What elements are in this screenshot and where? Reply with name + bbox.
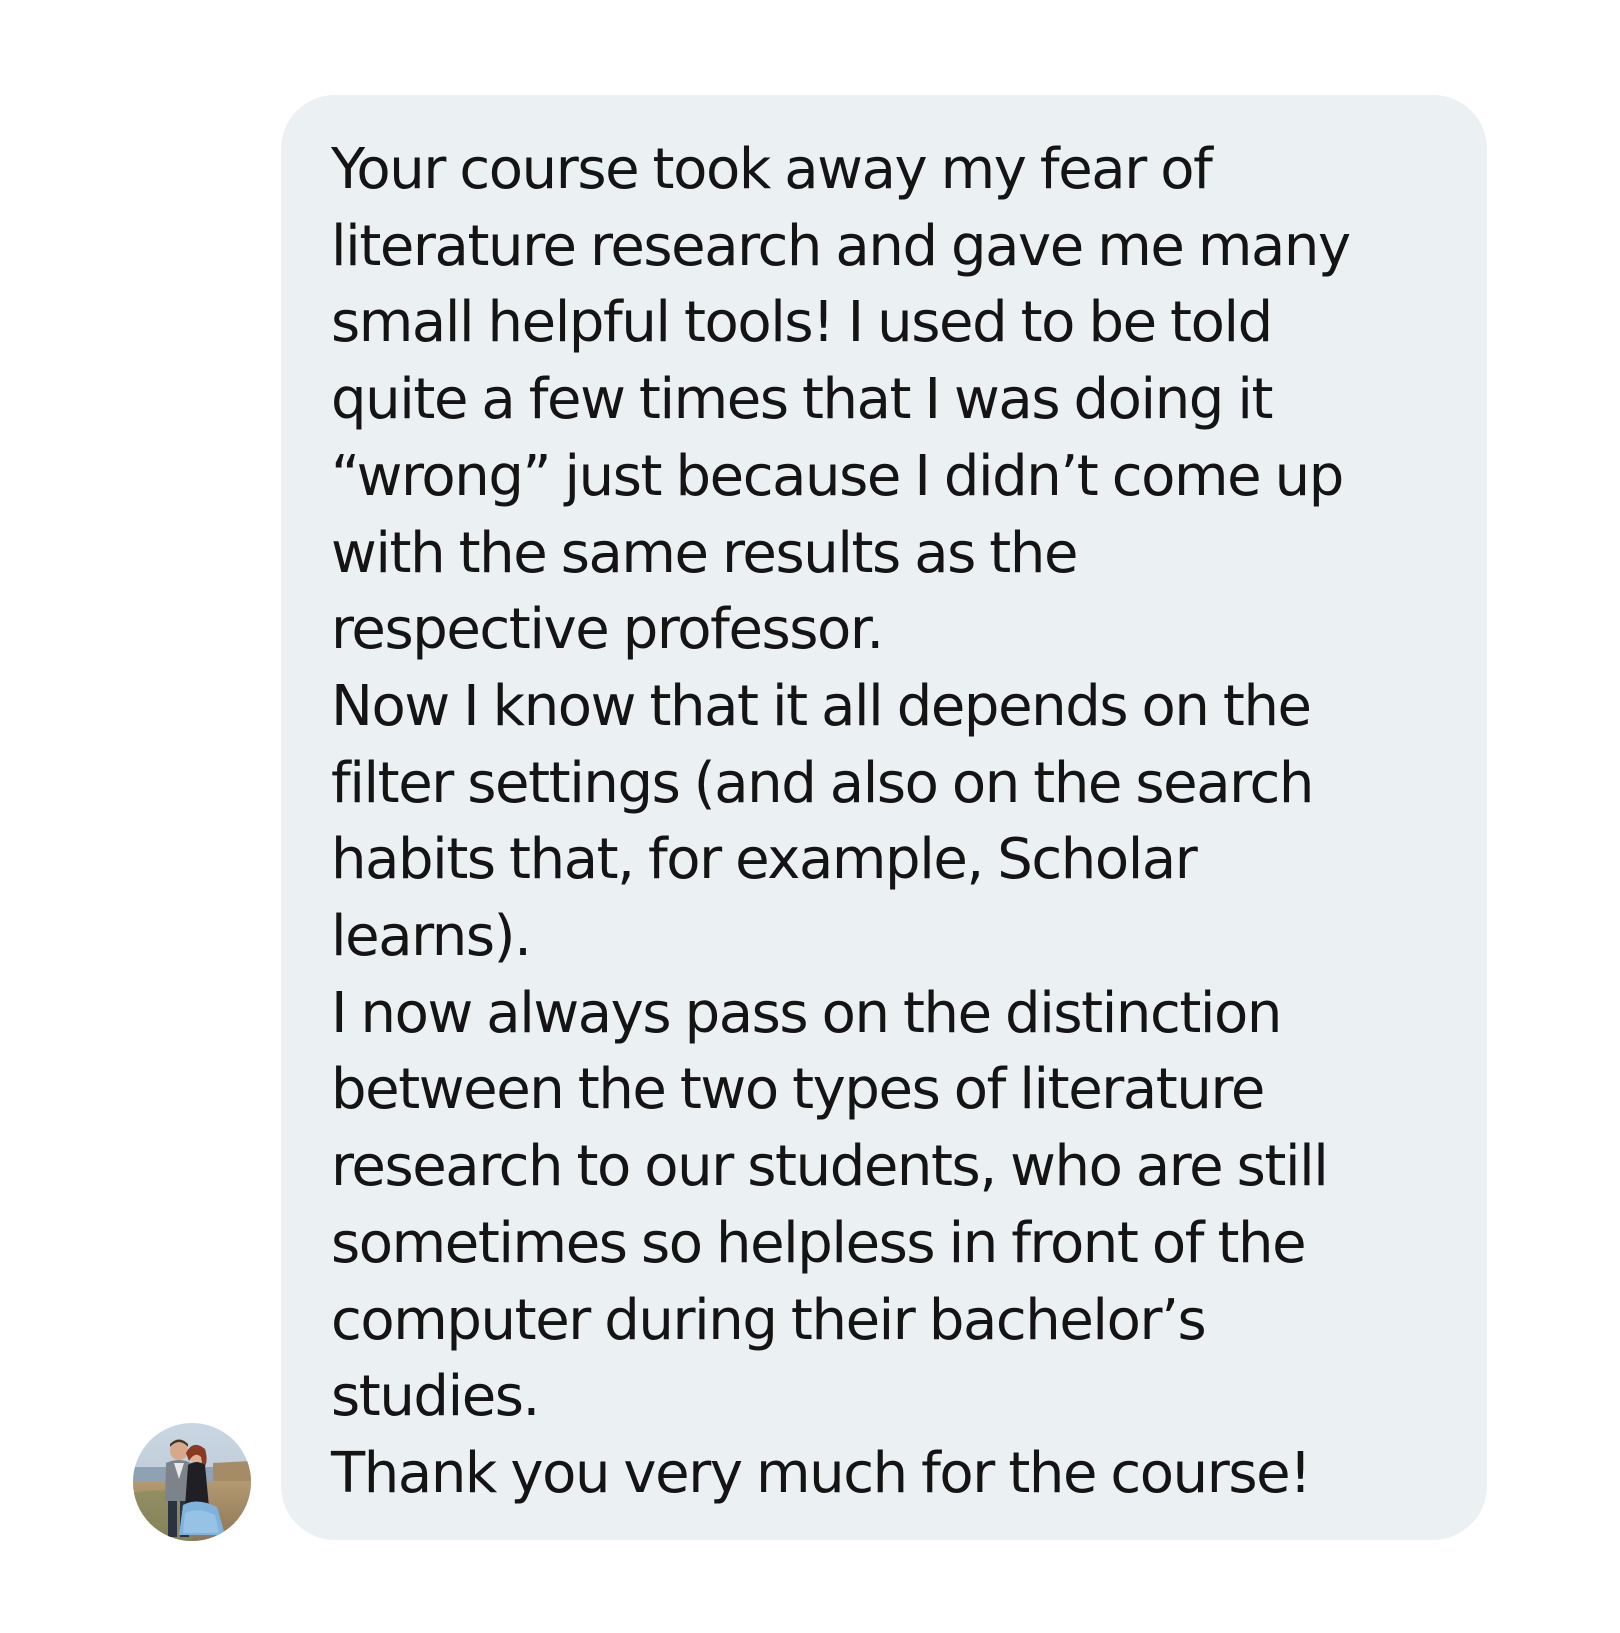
message-line: literature research and gave me many (331, 213, 1351, 279)
message-line: studies. (331, 1364, 540, 1430)
message-line: respective professor. (331, 597, 884, 663)
message-line: computer during their bachelor’s (331, 1287, 1207, 1353)
message-line: “wrong” just because I didn’t come up (331, 443, 1344, 509)
message-line: Now I know that it all depends on the (331, 673, 1312, 739)
message-line: quite a few times that I was doing it (331, 367, 1273, 433)
message-line: filter settings (and also on the search (331, 750, 1314, 816)
message-line: with the same results as the (331, 520, 1078, 586)
message-line: between the two types of literature (331, 1057, 1265, 1123)
message-line: Thank you very much for the course! (331, 1440, 1312, 1506)
avatar-photo-icon (133, 1423, 251, 1541)
message-line: learns). (331, 904, 532, 970)
message-line: I now always pass on the distinction (331, 980, 1282, 1046)
message-line: sometimes so helpless in front of the (331, 1210, 1307, 1276)
chat-message-row: Your course took away my fear of literat… (0, 0, 1620, 1633)
message-line: research to our students, who are still (331, 1134, 1329, 1200)
message-line: small helpful tools! I used to be told (331, 290, 1273, 356)
avatar[interactable] (133, 1423, 251, 1541)
message-line: habits that, for example, Scholar (331, 827, 1198, 893)
message-bubble: Your course took away my fear of literat… (281, 95, 1487, 1540)
message-line: Your course took away my fear of (331, 137, 1213, 202)
